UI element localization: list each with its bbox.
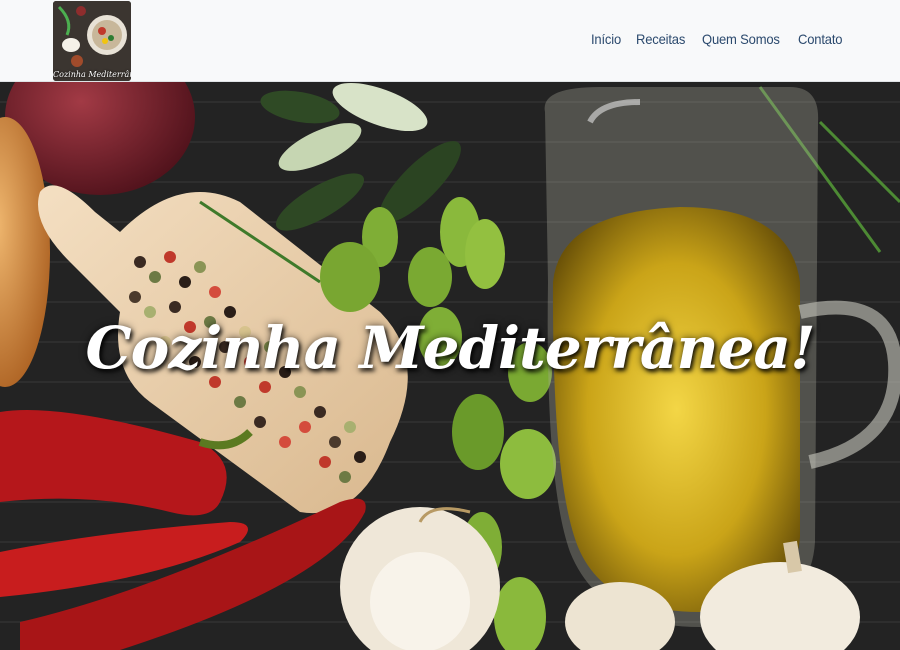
nav-link-contato[interactable]: Contato: [798, 31, 842, 47]
main-nav: Início Receitas Quem Somos Contato: [591, 31, 846, 47]
logo-text: Cozinha Mediterrânea: [53, 70, 131, 79]
brand-logo[interactable]: Cozinha Mediterrânea: [53, 1, 131, 81]
nav-link-receitas[interactable]: Receitas: [636, 31, 685, 47]
hero-title: Cozinha Mediterrânea!: [85, 314, 815, 382]
nav-link-quem-somos[interactable]: Quem Somos: [702, 31, 780, 47]
hero-banner: Cozinha Mediterrânea!: [0, 82, 900, 650]
navbar: Cozinha Mediterrânea Início Receitas Que…: [0, 0, 900, 82]
logo-image: [53, 1, 131, 81]
nav-link-inicio[interactable]: Início: [591, 31, 621, 47]
